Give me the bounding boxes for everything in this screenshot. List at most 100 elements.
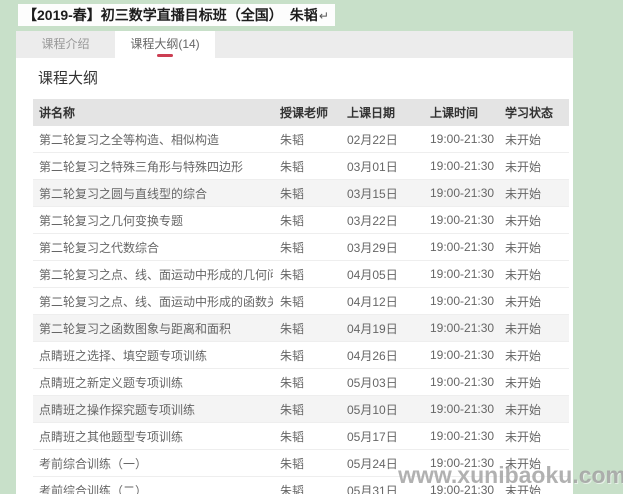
table-row: 第二轮复习之函数图象与距离和面积朱韬04月19日19:00-21:30未开始 <box>33 315 569 342</box>
syllabus-table: 讲名称 授课老师 上课日期 上课时间 学习状态 第二轮复习之全等构造、相似构造朱… <box>33 99 569 494</box>
cell-class-date: 03月22日 <box>340 207 423 234</box>
table-row: 第二轮复习之点、线、面运动中形成的函数关系朱韬04月12日19:00-21:30… <box>33 288 569 315</box>
tab-course-intro-label: 课程介绍 <box>41 37 89 51</box>
cell-class-date: 03月15日 <box>340 180 423 207</box>
table-row: 点睛班之新定义题专项训练朱韬05月03日19:00-21:30未开始 <box>33 369 569 396</box>
cell-teacher-name: 朱韬 <box>273 153 340 180</box>
cell-lecture-name[interactable]: 第二轮复习之圆与直线型的综合 <box>33 180 273 207</box>
cell-lecture-name[interactable]: 第二轮复习之函数图象与距离和面积 <box>33 315 273 342</box>
column-header-name: 讲名称 <box>33 99 273 126</box>
cell-class-date: 04月05日 <box>340 261 423 288</box>
cell-class-date: 04月26日 <box>340 342 423 369</box>
cell-teacher-name: 朱韬 <box>273 261 340 288</box>
cell-teacher-name: 朱韬 <box>273 180 340 207</box>
table-row: 第二轮复习之全等构造、相似构造朱韬02月22日19:00-21:30未开始 <box>33 126 569 153</box>
cell-teacher-name: 朱韬 <box>273 477 340 494</box>
cell-teacher-name: 朱韬 <box>273 288 340 315</box>
cell-lecture-name[interactable]: 第二轮复习之点、线、面运动中形成的几何问题 <box>33 261 273 288</box>
cell-lecture-name[interactable]: 考前综合训练（一） <box>33 450 273 477</box>
cell-learning-status: 未开始 <box>498 477 569 494</box>
cell-learning-status: 未开始 <box>498 423 569 450</box>
cell-teacher-name: 朱韬 <box>273 342 340 369</box>
table-row: 点睛班之操作探究题专项训练朱韬05月10日19:00-21:30未开始 <box>33 396 569 423</box>
cell-learning-status: 未开始 <box>498 342 569 369</box>
tab-bar: 课程介绍 课程大纲(14) <box>16 31 573 58</box>
column-header-status: 学习状态 <box>498 99 569 126</box>
cell-learning-status: 未开始 <box>498 315 569 342</box>
cell-learning-status: 未开始 <box>498 126 569 153</box>
cell-class-date: 03月29日 <box>340 234 423 261</box>
cell-class-date: 05月10日 <box>340 396 423 423</box>
cell-lecture-name[interactable]: 第二轮复习之几何变换专题 <box>33 207 273 234</box>
cell-lecture-name[interactable]: 第二轮复习之代数综合 <box>33 234 273 261</box>
cell-class-time: 19:00-21:30 <box>423 261 498 288</box>
cell-learning-status: 未开始 <box>498 180 569 207</box>
cell-class-date: 05月03日 <box>340 369 423 396</box>
course-title: 【2019-春】初三数学直播目标班（全国） 朱韬 <box>23 7 318 23</box>
cell-teacher-name: 朱韬 <box>273 315 340 342</box>
cell-class-time: 19:00-21:30 <box>423 423 498 450</box>
tab-course-outline-label: 课程大纲(14) <box>130 37 199 51</box>
cell-class-date: 05月31日 <box>340 477 423 494</box>
cell-class-time: 19:00-21:30 <box>423 207 498 234</box>
cell-lecture-name[interactable]: 点睛班之选择、填空题专项训练 <box>33 342 273 369</box>
cell-teacher-name: 朱韬 <box>273 126 340 153</box>
cell-teacher-name: 朱韬 <box>273 396 340 423</box>
tab-course-intro[interactable]: 课程介绍 <box>16 31 115 58</box>
cell-class-date: 04月19日 <box>340 315 423 342</box>
cell-learning-status: 未开始 <box>498 261 569 288</box>
cell-class-time: 19:00-21:30 <box>423 153 498 180</box>
cell-learning-status: 未开始 <box>498 207 569 234</box>
cell-class-date: 05月17日 <box>340 423 423 450</box>
cell-class-time: 19:00-21:30 <box>423 288 498 315</box>
document-title: 【2019-春】初三数学直播目标班（全国） 朱韬↵ <box>18 4 335 26</box>
table-row: 点睛班之其他题型专项训练朱韬05月17日19:00-21:30未开始 <box>33 423 569 450</box>
cell-learning-status: 未开始 <box>498 234 569 261</box>
column-header-time: 上课时间 <box>423 99 498 126</box>
cell-class-date: 05月24日 <box>340 450 423 477</box>
column-header-teacher: 授课老师 <box>273 99 340 126</box>
cell-lecture-name[interactable]: 考前综合训练（二） <box>33 477 273 494</box>
cell-lecture-name[interactable]: 第二轮复习之点、线、面运动中形成的函数关系 <box>33 288 273 315</box>
cell-teacher-name: 朱韬 <box>273 369 340 396</box>
table-row: 第二轮复习之几何变换专题朱韬03月22日19:00-21:30未开始 <box>33 207 569 234</box>
table-header-row: 讲名称 授课老师 上课日期 上课时间 学习状态 <box>33 99 569 126</box>
table-row: 考前综合训练（二）朱韬05月31日19:00-21:30未开始 <box>33 477 569 494</box>
cell-class-date: 04月12日 <box>340 288 423 315</box>
column-header-date: 上课日期 <box>340 99 423 126</box>
cell-class-time: 19:00-21:30 <box>423 477 498 494</box>
cell-class-time: 19:00-21:30 <box>423 126 498 153</box>
cell-learning-status: 未开始 <box>498 369 569 396</box>
cell-lecture-name[interactable]: 点睛班之新定义题专项训练 <box>33 369 273 396</box>
cell-class-time: 19:00-21:30 <box>423 342 498 369</box>
cell-teacher-name: 朱韬 <box>273 207 340 234</box>
cell-lecture-name[interactable]: 第二轮复习之全等构造、相似构造 <box>33 126 273 153</box>
content-card: 课程介绍 课程大纲(14) 课程大纲 讲名称 授课老师 上课日期 上课时间 学习… <box>16 31 573 494</box>
cell-class-time: 19:00-21:30 <box>423 450 498 477</box>
cell-class-time: 19:00-21:30 <box>423 315 498 342</box>
return-mark-icon: ↵ <box>319 9 329 23</box>
cell-teacher-name: 朱韬 <box>273 450 340 477</box>
active-tab-indicator <box>157 54 173 57</box>
cell-lecture-name[interactable]: 点睛班之其他题型专项训练 <box>33 423 273 450</box>
cell-learning-status: 未开始 <box>498 396 569 423</box>
cell-lecture-name[interactable]: 第二轮复习之特殊三角形与特殊四边形 <box>33 153 273 180</box>
table-row: 第二轮复习之圆与直线型的综合朱韬03月15日19:00-21:30未开始 <box>33 180 569 207</box>
tab-panel-outline: 课程大纲 讲名称 授课老师 上课日期 上课时间 学习状态 第二轮复习之全等构造、… <box>16 71 573 494</box>
table-row: 第二轮复习之点、线、面运动中形成的几何问题朱韬04月05日19:00-21:30… <box>33 261 569 288</box>
table-row: 点睛班之选择、填空题专项训练朱韬04月26日19:00-21:30未开始 <box>33 342 569 369</box>
section-heading: 课程大纲 <box>38 71 569 87</box>
table-row: 第二轮复习之特殊三角形与特殊四边形朱韬03月01日19:00-21:30未开始 <box>33 153 569 180</box>
cell-teacher-name: 朱韬 <box>273 234 340 261</box>
cell-class-time: 19:00-21:30 <box>423 180 498 207</box>
tab-course-outline[interactable]: 课程大纲(14) <box>115 31 215 58</box>
cell-class-time: 19:00-21:30 <box>423 234 498 261</box>
cell-learning-status: 未开始 <box>498 288 569 315</box>
cell-lecture-name[interactable]: 点睛班之操作探究题专项训练 <box>33 396 273 423</box>
cell-class-time: 19:00-21:30 <box>423 369 498 396</box>
cell-learning-status: 未开始 <box>498 450 569 477</box>
table-row: 第二轮复习之代数综合朱韬03月29日19:00-21:30未开始 <box>33 234 569 261</box>
cell-teacher-name: 朱韬 <box>273 423 340 450</box>
cell-learning-status: 未开始 <box>498 153 569 180</box>
cell-class-time: 19:00-21:30 <box>423 396 498 423</box>
